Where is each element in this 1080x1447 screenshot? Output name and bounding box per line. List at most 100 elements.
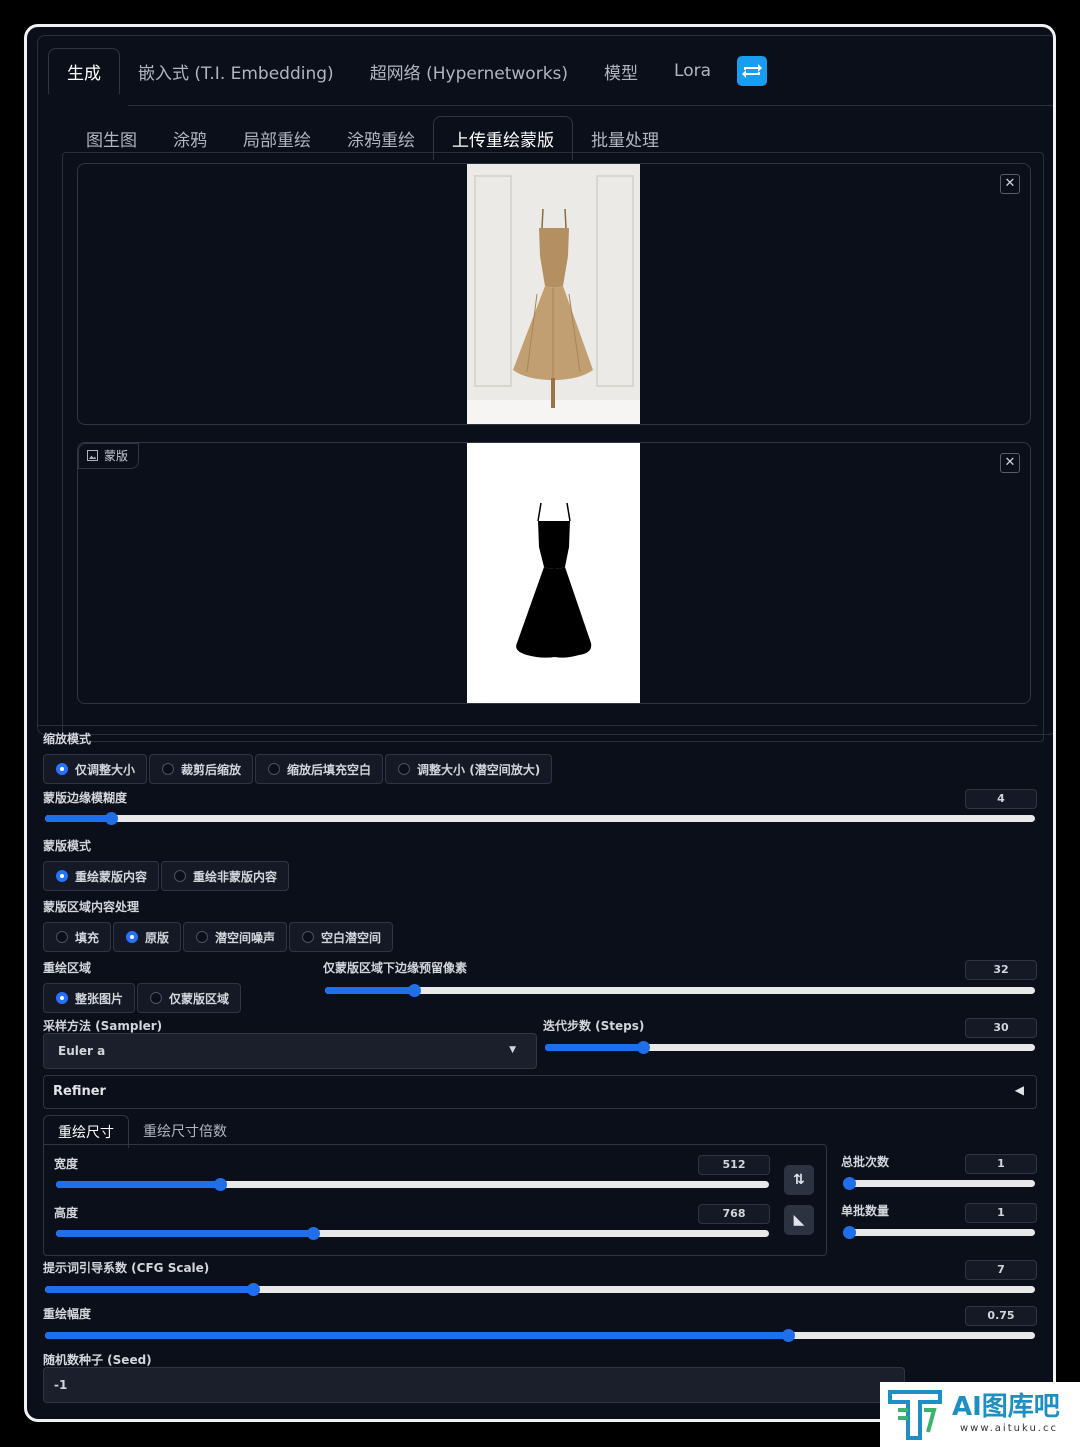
masked-content-group: 填充 原版 潜空间噪声 空白潜空间 [43,922,395,952]
radio-dot [56,992,68,1004]
cfg-label: 提示词引导系数 (CFG Scale) [43,1261,210,1275]
watermark: AI图库吧 www.aituku.cc [880,1382,1080,1447]
img2img-panel: 生成 嵌入式 (T.I. Embedding) 超网络 (Hypernetwor… [37,35,1053,742]
padding-number[interactable]: 32 [965,960,1037,980]
upload-area: ✕ 蒙版 ✕ [62,152,1044,742]
height-slider[interactable] [56,1227,769,1240]
slider-handle[interactable] [843,1177,856,1190]
radio-dot [174,870,187,882]
tab-models[interactable]: 模型 [586,49,656,94]
radio-latent-noise[interactable]: 潜空间噪声 [183,922,288,952]
slider-handle[interactable] [407,984,421,997]
padding-label: 仅蒙版区域下边缘预留像素 [323,961,468,975]
slider-fill [56,1230,313,1237]
aspect-ratio-button[interactable]: ◣ [784,1205,814,1235]
radio-dot [126,931,139,943]
slider-handle[interactable] [637,1041,650,1054]
denoise-slider[interactable] [45,1329,1035,1342]
radio-dot [150,992,163,1004]
mask-label: 蒙版 [78,443,140,469]
radio-dot [56,870,68,882]
radio-latent-upscale[interactable]: 调整大小 (潜空间放大) [385,754,553,784]
source-image-box[interactable]: ✕ [77,163,1031,425]
swap-dimensions-button[interactable]: ⇅ [784,1165,814,1195]
watermark-title: AI图库吧 [952,1392,1060,1422]
tab-hypernetworks[interactable]: 超网络 (Hypernetworks) [352,49,586,94]
width-slider[interactable] [56,1178,769,1191]
radio-original[interactable]: 原版 [113,922,182,952]
tab-embedding[interactable]: 嵌入式 (T.I. Embedding) [120,49,352,94]
close-mask-button[interactable]: ✕ [1000,453,1020,473]
sampler-select[interactable]: Euler a ▼ [43,1033,537,1069]
resize-mode-group: 仅调整大小 裁剪后缩放 缩放后填充空白 调整大小 (潜空间放大) [43,754,554,784]
height-label: 高度 [54,1206,79,1220]
watermark-url: www.aituku.cc [960,1423,1058,1434]
radio-label: 重绘蒙版内容 [75,869,148,884]
slider-handle[interactable] [213,1178,227,1191]
mask-mode-label: 蒙版模式 [43,839,92,853]
radio-dot [302,931,315,943]
height-number[interactable]: 768 [698,1204,770,1224]
slider-handle[interactable] [246,1283,260,1296]
sampler-value: Euler a [58,1044,106,1058]
close-source-button[interactable]: ✕ [1000,174,1020,194]
padding-slider[interactable] [325,984,1035,997]
radio-latent-nothing[interactable]: 空白潜空间 [289,922,394,952]
masked-content-label: 蒙版区域内容处理 [43,900,140,914]
radio-label: 填充 [75,930,100,945]
radio-resize-fill[interactable]: 缩放后填充空白 [255,754,384,784]
size-panel: 宽度 512 高度 768 ⇅ ◣ [43,1144,827,1256]
image-icon [87,450,98,461]
radio-label: 潜空间噪声 [215,930,276,945]
batch-size-slider[interactable] [843,1226,1035,1239]
denoise-number[interactable]: 0.75 [965,1306,1037,1326]
radio-whole-picture[interactable]: 整张图片 [43,983,136,1013]
radio-fill[interactable]: 填充 [43,922,112,952]
slider-fill [545,1044,643,1051]
resize-mode-label: 缩放模式 [43,732,92,746]
radio-inpaint-masked[interactable]: 重绘蒙版内容 [43,861,160,891]
slider-fill [45,1286,253,1293]
slider-handle[interactable] [843,1226,856,1239]
slider-handle[interactable] [781,1329,795,1342]
mask-blur-slider[interactable] [45,812,1035,825]
collapse-arrow-icon: ◀ [1014,1083,1024,1097]
radio-label: 缩放后填充空白 [287,762,372,777]
radio-crop-resize[interactable]: 裁剪后缩放 [149,754,254,784]
radio-just-resize[interactable]: 仅调整大小 [43,754,148,784]
steps-slider[interactable] [545,1041,1035,1054]
tab-generate[interactable]: 生成 [48,48,120,94]
mask-label-text: 蒙版 [104,449,129,463]
panel-divider [37,725,1037,726]
batch-size-number[interactable]: 1 [965,1203,1037,1223]
inpaint-area-group: 整张图片 仅蒙版区域 [43,983,243,1013]
sampler-label: 采样方法 (Sampler) [43,1019,163,1033]
slider-handle[interactable] [105,812,119,825]
chevron-down-icon: ▼ [509,1045,516,1055]
inpaint-area-label: 重绘区域 [43,961,92,975]
radio-inpaint-not-masked[interactable]: 重绘非蒙版内容 [161,861,290,891]
slider-fill [45,1332,788,1339]
refiner-accordion[interactable]: Refiner ◀ [43,1075,1037,1109]
steps-number[interactable]: 30 [965,1018,1037,1038]
batch-count-slider[interactable] [843,1177,1035,1190]
radio-dot [56,931,68,943]
seed-input[interactable]: -1 [43,1367,905,1403]
steps-label: 迭代步数 (Steps) [543,1019,645,1033]
batch-count-number[interactable]: 1 [965,1154,1037,1174]
dress-mask [467,443,640,703]
radio-label: 空白潜空间 [321,930,382,945]
denoise-label: 重绘幅度 [43,1307,92,1321]
cfg-number[interactable]: 7 [965,1260,1037,1280]
cfg-slider[interactable] [45,1283,1035,1296]
radio-only-masked[interactable]: 仅蒙版区域 [137,983,242,1013]
radio-dot [398,763,411,775]
width-number[interactable]: 512 [698,1155,770,1175]
batch-size-label: 单批数量 [841,1204,890,1218]
tab-lora[interactable]: Lora [656,51,729,91]
seed-label: 随机数种子 (Seed) [43,1353,152,1367]
slider-handle[interactable] [306,1227,320,1240]
refresh-button[interactable] [737,56,768,86]
mask-image-box[interactable]: 蒙版 ✕ [77,442,1031,704]
mask-blur-number[interactable]: 4 [965,789,1037,809]
